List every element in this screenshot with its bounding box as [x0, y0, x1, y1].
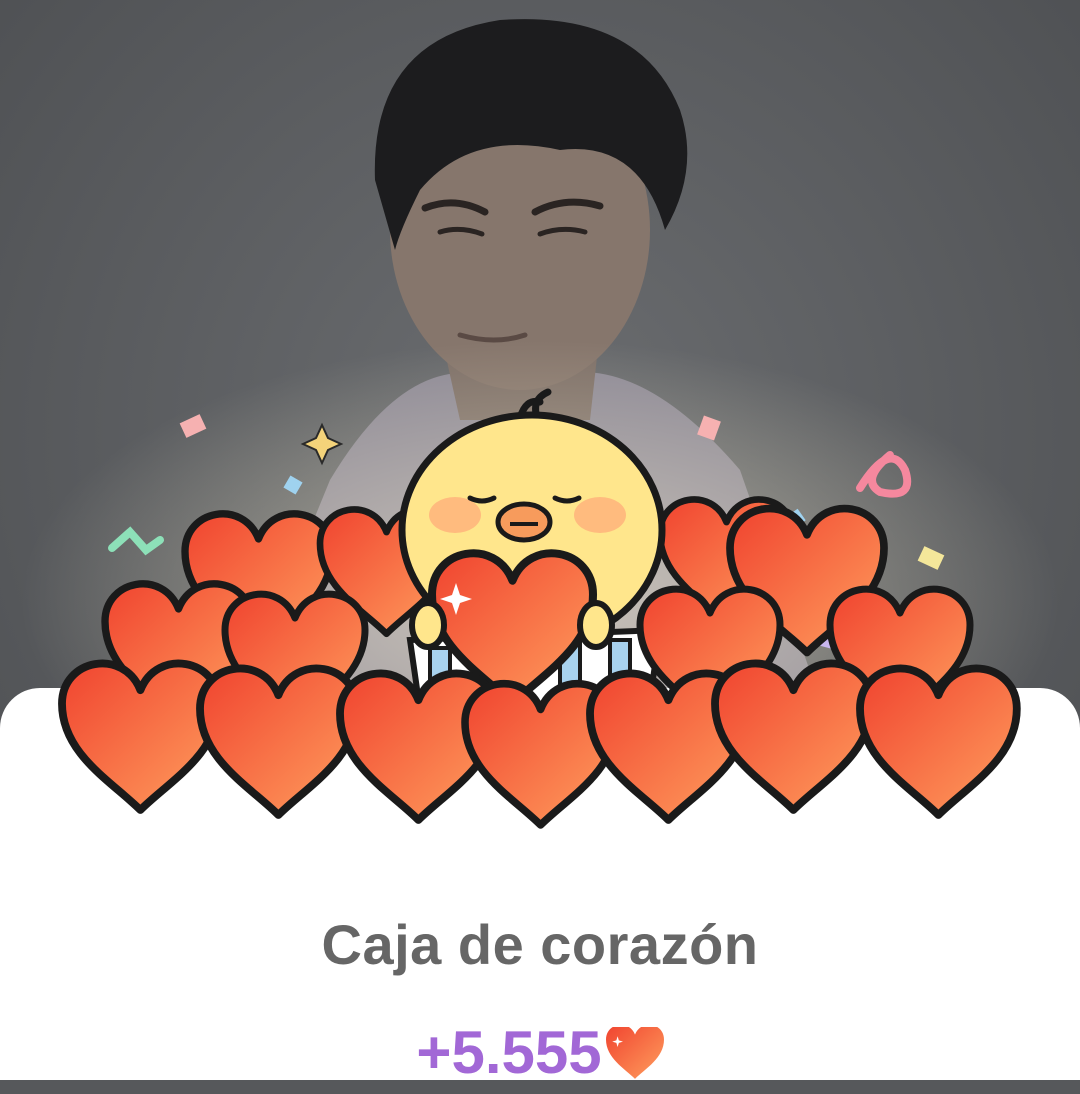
- reward-amount-row: +5.555: [0, 1018, 1080, 1094]
- reward-title: Caja de corazón: [321, 913, 759, 976]
- heart-icon: [605, 1024, 664, 1094]
- reward-amount: +5.555: [416, 1019, 602, 1086]
